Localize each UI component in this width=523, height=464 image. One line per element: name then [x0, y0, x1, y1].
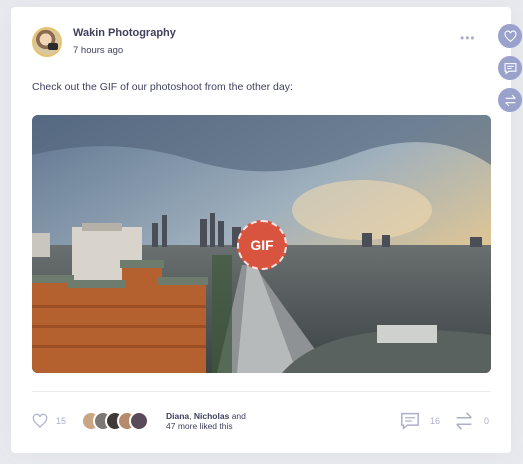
camera-icon	[48, 43, 58, 50]
comment-icon[interactable]	[400, 412, 420, 430]
share-icon	[504, 94, 516, 106]
like-reaction[interactable]: 15	[32, 413, 66, 429]
liker-name[interactable]: Nicholas	[194, 411, 229, 421]
post-text: Check out the GIF of our photoshoot from…	[32, 81, 293, 93]
share-count: 0	[484, 416, 490, 426]
heart-icon	[504, 29, 516, 42]
author-avatar[interactable]	[32, 27, 62, 57]
liker-name[interactable]: Diana	[166, 411, 189, 421]
comment-count: 16	[430, 416, 441, 426]
heart-icon[interactable]	[32, 413, 48, 429]
likers-text[interactable]: Diana, Nicholas and 47 more liked this	[166, 411, 246, 431]
more-likers[interactable]: 47 more liked this	[166, 421, 246, 431]
liker-avatars[interactable]	[81, 411, 161, 431]
comment-icon	[504, 62, 516, 75]
divider	[32, 391, 491, 392]
side-share-button[interactable]	[498, 88, 522, 112]
side-comment-button[interactable]	[498, 56, 522, 80]
side-heart-button[interactable]	[498, 24, 522, 48]
post-media[interactable]: GIF	[32, 115, 491, 373]
like-count: 15	[56, 416, 67, 426]
share-icon[interactable]	[454, 412, 474, 430]
post-card: Wakin Photography 7 hours ago ••• Check …	[11, 7, 511, 453]
liker-avatar[interactable]	[129, 411, 149, 431]
share-stat[interactable]: 0	[454, 412, 489, 430]
gif-badge[interactable]: GIF	[237, 220, 287, 270]
and-text: and	[229, 411, 246, 421]
comment-stat[interactable]: 16	[400, 412, 440, 430]
post-time: 7 hours ago	[73, 45, 124, 56]
author-name[interactable]: Wakin Photography	[73, 27, 176, 39]
more-options-icon[interactable]: •••	[460, 32, 476, 44]
